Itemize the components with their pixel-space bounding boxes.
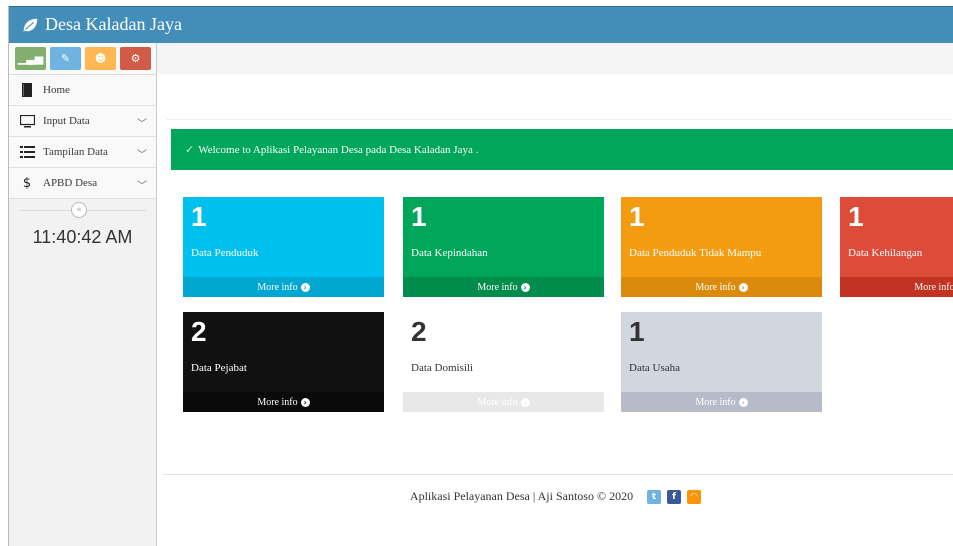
sidebar-item-apbd-desa[interactable]: $ APBD Desa ﹀ [9,168,156,199]
social-links: t f ◠ [647,489,702,504]
arrow-circle-right-icon: › [738,397,748,407]
sidebar-collapse: « [9,199,156,221]
sidebar-item-label: Home [43,84,70,96]
stat-label: Data Usaha [629,362,681,374]
welcome-alert: ✓ Welcome to Aplikasi Pelayanan Desa pad… [171,129,953,170]
sidebar-item-label: Input Data [43,115,90,127]
collapse-button[interactable]: « [71,202,87,218]
stat-label: Data Kepindahan [411,247,488,259]
more-info-link[interactable]: More info › [183,392,384,412]
divider [167,119,953,120]
chart-icon: ▁▃▅ [17,52,44,65]
users-icon: ☻ [94,52,107,65]
stat-count: 1 [191,201,207,232]
dollar-icon: $ [22,175,32,191]
cogs-icon: ⚙ [130,52,141,65]
stat-count: 1 [629,201,645,232]
chevron-down-icon: ﹀ [137,150,147,161]
stat-count: 1 [629,316,645,347]
sidebar-shortcuts: ▁▃▅ ✎ ☻ ⚙ [9,43,156,75]
stat-label: Data Penduduk Tidak Mampu [629,247,762,259]
stat-label: Data Penduduk [191,247,259,259]
sidebar: ▁▃▅ ✎ ☻ ⚙ Home Input Data ﹀ Tampilan Dat… [9,43,157,546]
stat-label: Data Domisili [411,362,474,374]
arrow-circle-right-icon: › [738,282,748,292]
more-info-label: More info [695,396,736,408]
stat-box-kepindahan: 1 Data Kepindahan More info › [403,197,604,297]
settings-shortcut-button[interactable]: ⚙ [120,47,151,70]
sidebar-item-label: Tampilan Data [43,146,108,158]
double-chevron-left-icon: « [76,205,82,215]
more-info-link[interactable]: More info › [403,392,604,412]
brand-title: Desa Kaladan Jaya [45,14,182,34]
twitter-icon[interactable]: t [647,489,662,504]
sidebar-item-input-data[interactable]: Input Data ﹀ [9,106,156,137]
desktop-icon [19,114,35,128]
stat-box-penduduk: 1 Data Penduduk More info › [183,197,384,297]
divider [163,474,953,475]
chevron-down-icon: ﹀ [137,181,147,192]
breadcrumbs [157,43,953,75]
main-content: ✓ Welcome to Aplikasi Pelayanan Desa pad… [157,74,953,546]
stat-box-kehilangan: 1 Data Kehilangan More info › [840,197,953,297]
leaf-icon [23,18,38,32]
stat-box-pejabat: 2 Data Pejabat More info › [183,312,384,412]
stat-count: 1 [848,201,864,232]
clock: 11:40:42 AM [32,227,133,247]
stats-shortcut-button[interactable]: ▁▃▅ [15,47,46,70]
arrow-circle-right-icon: › [300,282,310,292]
edit-shortcut-button[interactable]: ✎ [50,47,81,70]
arrow-circle-right-icon: › [520,282,530,292]
stat-label: Data Kehilangan [848,247,923,259]
sidebar-item-home[interactable]: Home [9,75,156,106]
stat-box-penduduk-tidak-mampu: 1 Data Penduduk Tidak Mampu More info › [621,197,822,297]
stat-box-domisili: 2 Data Domisili More info › [403,312,604,412]
brand[interactable]: Desa Kaladan Jaya [21,14,182,35]
more-info-link[interactable]: More info › [403,277,604,297]
sidebar-item-label: APBD Desa [43,177,98,189]
more-info-link[interactable]: More info › [621,392,822,412]
alert-text: Welcome to Aplikasi Pelayanan Desa pada … [198,143,479,156]
more-info-link[interactable]: More info › [183,277,384,297]
facebook-icon[interactable]: f [667,489,682,504]
arrow-circle-right-icon: › [300,397,310,407]
stat-count: 2 [191,316,207,347]
more-info-label: More info [257,281,298,293]
rss-icon[interactable]: ◠ [687,489,702,504]
more-info-label: More info [477,396,518,408]
chevron-down-icon: ﹀ [137,119,147,130]
check-icon: ✓ [185,143,195,156]
users-shortcut-button[interactable]: ☻ [85,47,116,70]
stat-count: 2 [411,316,427,347]
navbar: Desa Kaladan Jaya [9,6,953,44]
book-icon [19,83,35,97]
page-footer: Aplikasi Pelayanan Desa | Aji Santoso © … [157,489,953,504]
more-info-label: More info [695,281,736,293]
more-info-link[interactable]: More info › [621,277,822,297]
sidebar-item-tampilan-data[interactable]: Tampilan Data ﹀ [9,137,156,168]
more-info-label: More info [257,396,298,408]
stat-box-usaha: 1 Data Usaha More info › [621,312,822,412]
pencil-icon: ✎ [60,52,71,65]
more-info-link[interactable]: More info › [840,277,953,297]
stat-label: Data Pejabat [191,362,247,374]
more-info-label: More info [477,281,518,293]
app-window: Desa Kaladan Jaya ▁▃▅ ✎ ☻ ⚙ Home Input D… [8,6,953,546]
more-info-label: More info [914,281,953,293]
footer-text: Aplikasi Pelayanan Desa | Aji Santoso © … [409,489,634,503]
stat-count: 1 [411,201,427,232]
arrow-circle-right-icon: › [520,397,530,407]
list-icon [19,145,35,159]
